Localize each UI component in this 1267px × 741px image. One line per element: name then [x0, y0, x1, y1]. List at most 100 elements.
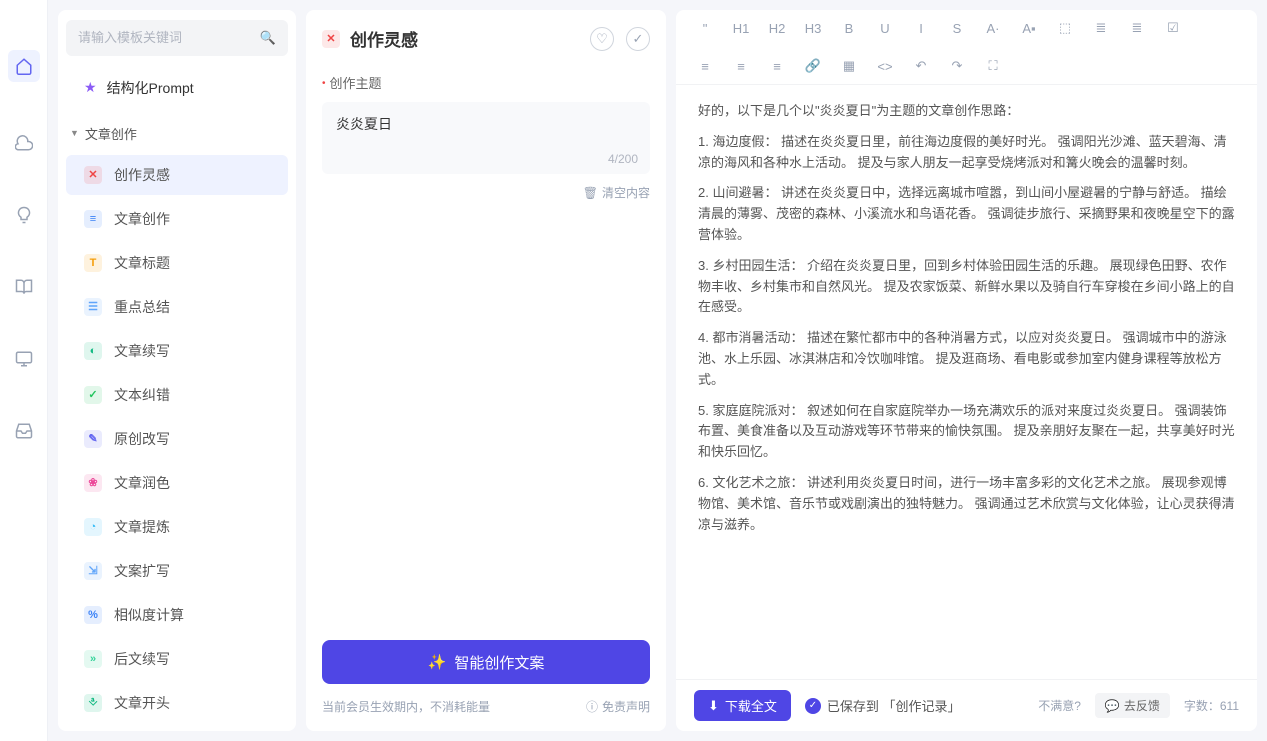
item-label: 重点总结 — [114, 297, 170, 317]
rail-monitor-icon[interactable] — [13, 348, 35, 370]
item-icon: ✎ — [84, 430, 102, 448]
sidebar-item-11[interactable]: » 后文续写 — [66, 639, 288, 679]
info-icon: ⓘ — [586, 698, 598, 715]
download-button[interactable]: ⬇ 下载全文 — [694, 690, 791, 721]
toolbar-btn-r1-7[interactable]: S — [948, 21, 966, 36]
structured-prompt-link[interactable]: ★ 结构化Prompt — [66, 68, 288, 108]
toolbar-btn-r2-7[interactable]: ↷ — [948, 58, 966, 74]
item-label: 原创改写 — [114, 429, 170, 449]
rail-inbox-icon[interactable] — [13, 420, 35, 442]
rail-cloud-icon[interactable] — [13, 132, 35, 154]
item-icon: T — [84, 254, 102, 272]
item-icon: ◐ — [84, 342, 102, 360]
content-paragraph: 5. 家庭庭院派对： 叙述如何在自家庭院举办一场充满欢乐的派对来度过炎炎夏日。 … — [698, 401, 1235, 463]
sidebar-item-8[interactable]: ◔ 文章提炼 — [66, 507, 288, 547]
word-count: 字数：611 — [1184, 697, 1239, 714]
panel-icon: ✕ — [322, 30, 340, 48]
chat-icon: 💬 — [1105, 699, 1120, 713]
disclaimer-link[interactable]: ⓘ 免责声明 — [586, 698, 650, 715]
item-label: 文案扩写 — [114, 561, 170, 581]
item-icon: ≡ — [84, 210, 102, 228]
item-label: 文本纠错 — [114, 385, 170, 405]
sidebar-item-0[interactable]: ✕创作灵感 — [66, 155, 288, 195]
chevron-down-icon: ▼ — [70, 128, 79, 138]
sidebar-item-12[interactable]: ⎀文章开头 — [66, 683, 288, 721]
topic-label: 创作主题 — [322, 73, 650, 92]
search-box[interactable]: 🔍 — [66, 20, 288, 56]
toolbar-btn-r1-3[interactable]: H3 — [804, 21, 822, 36]
sidebar-item-9[interactable]: ⇲文案扩写 — [66, 551, 288, 591]
content-paragraph: 4. 都市消暑活动： 描述在繁忙都市中的各种消暑方式，以应对炎炎夏日。 强调城市… — [698, 328, 1235, 390]
toolbar-btn-r1-2[interactable]: H2 — [768, 21, 786, 36]
toolbar-btn-r1-10[interactable]: ⬚ — [1056, 20, 1074, 36]
toolbar-btn-r2-0[interactable]: ≡ — [696, 59, 714, 74]
item-icon: ❀ — [84, 474, 102, 492]
toolbar-btn-r1-6[interactable]: I — [912, 21, 930, 36]
sidebar-item-7[interactable]: ❀ 文章润色 — [66, 463, 288, 503]
toolbar-btn-r1-8[interactable]: A· — [984, 21, 1002, 36]
unsatisfied-label: 不满意? — [1038, 697, 1081, 714]
item-label: 文章续写 — [114, 341, 170, 361]
item-label: 文章润色 — [114, 473, 170, 493]
confirm-button[interactable]: ✓ — [626, 27, 650, 51]
item-label: 相似度计算 — [114, 605, 184, 625]
item-label: 文章开头 — [114, 693, 170, 713]
content-paragraph: 3. 乡村田园生活： 介绍在炎炎夏日里，回到乡村体验田园生活的乐趣。 展现绿色田… — [698, 256, 1235, 318]
search-icon: 🔍 — [260, 30, 276, 46]
rail-book-icon[interactable] — [13, 276, 35, 298]
content-paragraph: 好的，以下是几个以"炎炎夏日"为主题的文章创作思路： — [698, 101, 1235, 122]
toolbar-btn-r2-4[interactable]: ▦ — [840, 58, 858, 74]
sidebar-item-6[interactable]: ✎ 原创改写 — [66, 419, 288, 459]
toolbar-btn-r1-13[interactable]: ☑ — [1164, 20, 1182, 36]
editor-panel: " H1 H2 H3 B U I S A· A▪ ⬚ ≣ ≣ ☑ ≡ ≡ ≡ 🔗 ▦ <> ↶ ↷ ⛶ 好的，以下是几个以… — [676, 10, 1257, 731]
item-label: 后文续写 — [114, 649, 170, 669]
clear-button[interactable]: 🗑 清空内容 — [583, 184, 650, 201]
sidebar-item-10[interactable]: %相似度计算 — [66, 595, 288, 635]
char-count: 4/200 — [608, 152, 638, 166]
category-header[interactable]: ▼ 文章创作 — [66, 116, 288, 151]
star-icon: ★ — [84, 79, 97, 96]
toolbar-btn-r1-9[interactable]: A▪ — [1020, 21, 1038, 36]
toolbar-btn-r1-12[interactable]: ≣ — [1128, 20, 1146, 36]
content-paragraph: 2. 山间避暑： 讲述在炎炎夏日中，选择远离城市喧嚣，到山间小屋避暑的宁静与舒适… — [698, 183, 1235, 245]
sidebar-item-1[interactable]: ≡文章创作 — [66, 199, 288, 239]
wand-icon: ✨ — [428, 653, 447, 671]
topic-value: 炎炎夏日 — [336, 114, 636, 134]
rail-home-icon[interactable] — [8, 50, 40, 82]
topic-input-box[interactable]: 炎炎夏日 4/200 — [322, 102, 650, 174]
energy-note: 当前会员生效期内，不消耗能量 — [322, 698, 490, 715]
editor-content[interactable]: 好的，以下是几个以"炎炎夏日"为主题的文章创作思路：1. 海边度假： 描述在炎炎… — [676, 85, 1257, 679]
toolbar-btn-r1-1[interactable]: H1 — [732, 21, 750, 36]
toolbar-btn-r2-1[interactable]: ≡ — [732, 59, 750, 74]
toolbar-btn-r1-4[interactable]: B — [840, 21, 858, 36]
sidebar-item-2[interactable]: T文章标题 — [66, 243, 288, 283]
menu-list: ✕创作灵感≡文章创作T文章标题☰重点总结 ◐ 文章续写 ✓文本纠错 ✎ 原创改写 ❀ 文章润色… — [66, 155, 288, 721]
feedback-button[interactable]: 💬 去反馈 — [1095, 693, 1170, 718]
trash-icon: 🗑 — [583, 186, 598, 200]
editor-toolbar: " H1 H2 H3 B U I S A· A▪ ⬚ ≣ ≣ ☑ ≡ ≡ ≡ 🔗 ▦ <> ↶ ↷ ⛶ — [676, 10, 1257, 85]
item-label: 创作灵感 — [114, 165, 170, 185]
sidebar-item-3[interactable]: ☰重点总结 — [66, 287, 288, 327]
item-icon: » — [84, 650, 102, 668]
item-icon: ◔ — [84, 518, 102, 536]
favorite-button[interactable]: ♡ — [590, 27, 614, 51]
editor-footer: ⬇ 下载全文 ✓ 已保存到 「创作记录」 不满意? 💬 去反馈 字数：611 — [676, 679, 1257, 731]
toolbar-btn-r2-5[interactable]: <> — [876, 59, 894, 74]
sidebar-item-5[interactable]: ✓文本纠错 — [66, 375, 288, 415]
toolbar-btn-r2-3[interactable]: 🔗 — [804, 58, 822, 74]
generate-button[interactable]: ✨ 智能创作文案 — [322, 640, 650, 684]
search-input[interactable] — [78, 30, 260, 45]
toolbar-btn-r1-5[interactable]: U — [876, 21, 894, 36]
item-label: 文章提炼 — [114, 517, 170, 537]
sidebar: 🔍 ★ 结构化Prompt ▼ 文章创作 ✕创作灵感≡文章创作T文章标题☰重点总… — [58, 10, 296, 731]
saved-indicator: ✓ 已保存到 「创作记录」 — [805, 696, 961, 715]
toolbar-btn-r2-6[interactable]: ↶ — [912, 58, 930, 74]
toolbar-btn-r1-11[interactable]: ≣ — [1092, 20, 1110, 36]
prompt-panel: ✕ 创作灵感 ♡ ✓ 创作主题 炎炎夏日 4/200 🗑 清空内容 ✨ 智能创作… — [306, 10, 666, 731]
toolbar-btn-r2-2[interactable]: ≡ — [768, 59, 786, 74]
toolbar-btn-r2-8[interactable]: ⛶ — [984, 58, 1002, 74]
sidebar-item-4[interactable]: ◐ 文章续写 — [66, 331, 288, 371]
toolbar-btn-r1-0[interactable]: " — [696, 21, 714, 36]
rail-bulb-icon[interactable] — [13, 204, 35, 226]
category-label: 文章创作 — [85, 124, 137, 143]
